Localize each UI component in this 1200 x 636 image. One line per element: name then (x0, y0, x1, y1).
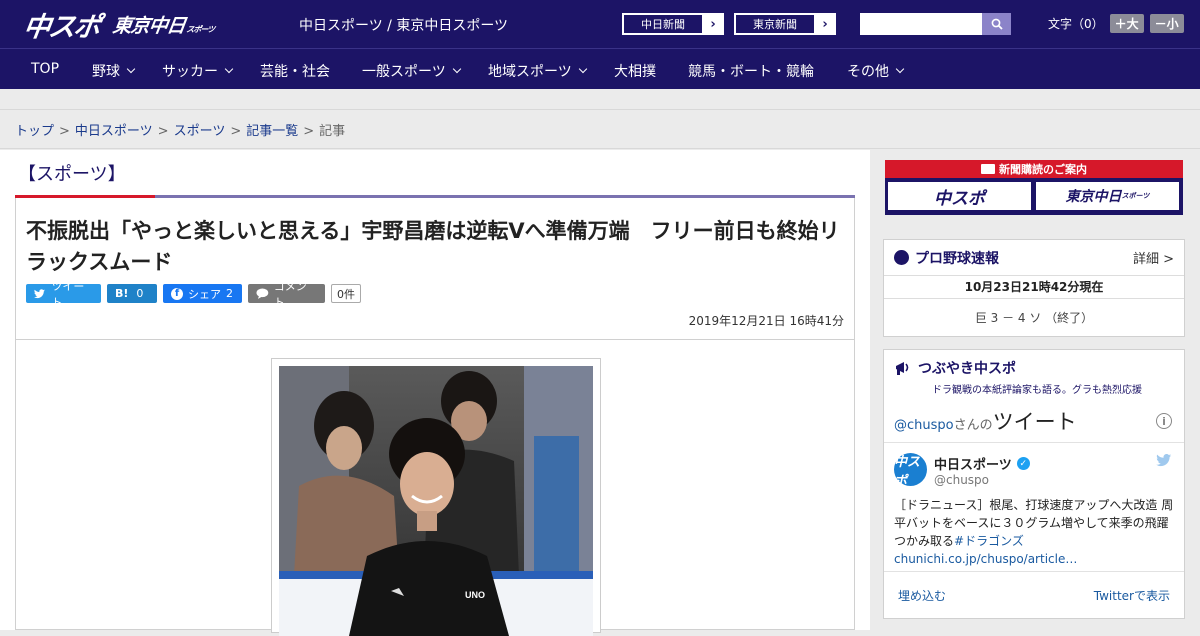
search-button[interactable] (982, 13, 1011, 35)
nav-sumo[interactable]: 大相撲 (614, 61, 656, 81)
verified-badge-icon: ✓ (1016, 457, 1030, 470)
breadcrumb-top[interactable]: トップ (15, 124, 54, 139)
site-logo[interactable]: 中スポ 東京中日スポーツ (21, 6, 215, 43)
chevron-down-icon (224, 64, 234, 74)
nav-racing[interactable]: 競馬・ボート・競輪 (688, 61, 814, 81)
avatar[interactable]: 中スポ (894, 453, 927, 489)
tweet-account-name[interactable]: 中日スポーツ ✓ (934, 454, 1030, 473)
font-smaller-button[interactable]: －小 (1149, 14, 1184, 33)
photo-area: UNO (15, 340, 855, 636)
game-score[interactable]: 巨 3 － 4 ソ （終了） (884, 299, 1184, 337)
tweet-button[interactable]: ツイート (26, 280, 101, 309)
view-on-twitter-link[interactable]: Twitterで表示 (1094, 587, 1170, 604)
tweet-widget-title: つぶやき中スポ (918, 361, 1016, 377)
svg-text:UNO: UNO (465, 590, 485, 600)
main-content: 【スポーツ】 不振脱出「やっと楽しいと思える」宇野昌磨は逆転Vへ準備万端 フリー… (0, 150, 870, 636)
chevron-right-icon: › (822, 16, 828, 32)
article-header: 不振脱出「やっと楽しいと思える」宇野昌磨は逆転Vへ準備万端 フリー前日も終始リラ… (15, 198, 855, 340)
chevron-right-icon: › (710, 16, 716, 32)
baseball-icon (894, 250, 909, 265)
breadcrumb-current: 記事 (319, 124, 346, 139)
tweet-widget: つぶやき中スポ ドラ観戦の本紙評論家も語る。グラも熱烈応援 @chuspoさんの… (883, 349, 1185, 619)
nav-other[interactable]: その他 (847, 61, 905, 81)
share-bar: ツイート B! 0 f シェア 2 コメント 0件 (26, 280, 361, 309)
newspaper-icon (981, 164, 995, 174)
logo-tokyo-chunichi: 東京中日スポーツ (111, 14, 215, 37)
font-size-label: 文字（0） (1048, 17, 1104, 31)
timeline-heading: @chuspoさんのツイート (894, 410, 1077, 434)
facebook-share-button[interactable]: f シェア 2 (163, 284, 242, 303)
breadcrumb-article-list[interactable]: 記事一覧 (246, 124, 298, 139)
publish-date: 2019年12月21日 16時41分 (688, 314, 844, 328)
article-photo-frame: UNO (271, 358, 601, 636)
article-headline: 不振脱出「やっと楽しいと思える」宇野昌磨は逆転Vへ準備万端 フリー前日も終始リラ… (26, 219, 840, 274)
font-size-control: 文字（0） ＋大 －小 (1048, 14, 1184, 33)
tweet-text: ［ドラニュース］根尾、打球速度アップへ大改造 周平バットをベースに３０グラム増や… (894, 498, 1174, 566)
megaphone-icon (896, 362, 909, 375)
nav-top[interactable]: TOP (31, 61, 59, 77)
chevron-down-icon (895, 64, 905, 74)
subscribe-heading: 新聞購読のご案内 (885, 160, 1183, 178)
section-title: 【スポーツ】 (18, 164, 126, 185)
embed-link[interactable]: 埋め込む (898, 587, 946, 604)
site-header: 中スポ 東京中日スポーツ 中日スポーツ / 東京中日スポーツ 中日新聞 › 東京… (0, 0, 1200, 48)
search-icon (991, 18, 1003, 30)
hatena-icon: B! (115, 287, 129, 300)
logo-chuspo: 中スポ (21, 11, 101, 43)
breadcrumb-chunichi-sports[interactable]: 中日スポーツ (75, 124, 153, 139)
twitter-bird-icon[interactable] (1156, 454, 1172, 471)
breadcrumb: トップ > 中日スポーツ > スポーツ > 記事一覧 > 記事 (0, 110, 1200, 149)
chevron-down-icon (452, 64, 461, 74)
score-timestamp: 10月23日21時42分現在 (884, 276, 1184, 299)
twitter-bird-icon (34, 288, 45, 298)
twitter-handle-link[interactable]: @chuspo (894, 418, 954, 433)
info-icon[interactable]: i (1156, 413, 1172, 429)
search-input[interactable] (860, 13, 982, 35)
tweet-hashtag[interactable]: #ドラゴンズ (954, 534, 1024, 548)
search-box (860, 13, 1011, 35)
nav-entertainment[interactable]: 芸能・社会 (260, 61, 330, 81)
tweet-account-handle[interactable]: @chuspo (934, 473, 989, 487)
subscribe-chuspo-button[interactable]: 中スポ (888, 182, 1031, 210)
baseball-detail-link[interactable]: 詳細 > (1133, 248, 1174, 267)
chevron-down-icon (126, 64, 136, 74)
font-larger-button[interactable]: ＋大 (1109, 14, 1144, 33)
breadcrumb-sports[interactable]: スポーツ (174, 124, 226, 139)
tweet-link[interactable]: chunichi.co.jp/chuspo/article… (894, 552, 1077, 566)
comment-count: 0件 (331, 284, 361, 303)
article-photo[interactable]: UNO (279, 366, 593, 636)
chunichi-shimbun-button[interactable]: 中日新聞 › (622, 13, 724, 35)
comment-button[interactable]: コメント (248, 280, 325, 309)
hatena-bookmark-button[interactable]: B! 0 (107, 284, 157, 303)
main-nav: TOP 野球 サッカー 芸能・社会 一般スポーツ 地域スポーツ 大相撲 競馬・ボ… (0, 48, 1200, 89)
baseball-widget-title: プロ野球速報 (915, 250, 999, 267)
nav-soccer[interactable]: サッカー (162, 61, 234, 81)
spacer-strip (0, 89, 1200, 110)
chevron-down-icon (578, 64, 587, 74)
tweet-widget-subtitle: ドラ観戦の本紙評論家も語る。グラも熱烈応援 (932, 385, 1142, 396)
site-links[interactable]: 中日スポーツ / 東京中日スポーツ (299, 15, 508, 35)
subscribe-tokyo-chunichi-button[interactable]: 東京中日 スポーツ (1036, 182, 1179, 210)
nav-general-sports[interactable]: 一般スポーツ (362, 61, 461, 81)
speech-bubble-icon (256, 288, 269, 299)
tokyo-shimbun-button[interactable]: 東京新聞 › (734, 13, 836, 35)
baseball-score-widget: プロ野球速報 詳細 > 10月23日21時42分現在 巨 3 － 4 ソ （終了… (883, 239, 1185, 337)
nav-local-sports[interactable]: 地域スポーツ (488, 61, 587, 81)
facebook-icon: f (171, 287, 183, 300)
nav-baseball[interactable]: 野球 (92, 61, 136, 81)
